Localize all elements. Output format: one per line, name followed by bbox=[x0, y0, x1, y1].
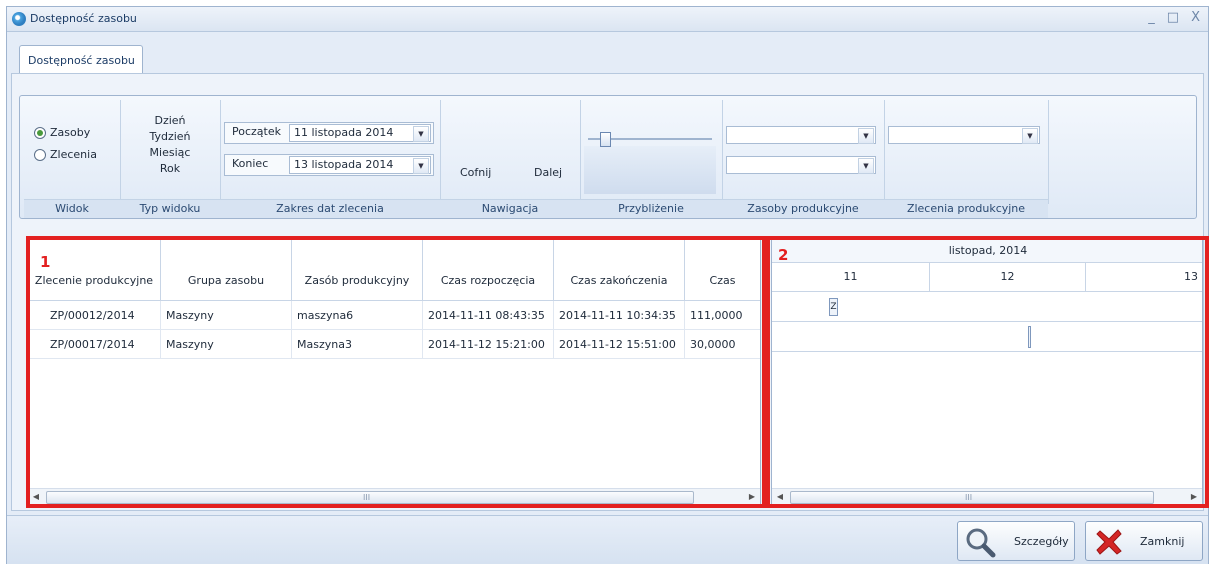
dropdown-arrow-icon[interactable]: ▼ bbox=[413, 126, 429, 142]
dropdown-arrow-icon[interactable]: ▼ bbox=[858, 158, 874, 174]
radio-zlecenia-label: Zlecenia bbox=[50, 148, 97, 161]
resource-combo-1[interactable]: ▼ bbox=[726, 126, 876, 144]
group-zakres-dat: Początek 11 listopada 2014 ▼ Koniec 13 l… bbox=[220, 100, 441, 218]
details-button-label: Szczegóły bbox=[1014, 535, 1069, 548]
close-button-label: Zamknij bbox=[1140, 535, 1185, 548]
group-label-przyblizenie: Przybliżenie bbox=[580, 199, 722, 218]
end-date-row: Koniec 13 listopada 2014 ▼ bbox=[224, 154, 434, 176]
order-combo[interactable]: ▼ bbox=[888, 126, 1040, 144]
next-button[interactable]: Dalej bbox=[534, 166, 562, 179]
details-button[interactable]: Szczegóły bbox=[957, 521, 1075, 561]
tab-dostepnosc-zasobu[interactable]: Dostępność zasobu bbox=[19, 45, 143, 73]
title-bar: Dostępność zasobu _ □ X bbox=[7, 7, 1208, 32]
group-widok: Zasoby Zlecenia Widok bbox=[24, 100, 121, 218]
group-label-zasoby: Zasoby produkcyjne bbox=[722, 199, 884, 218]
zoom-slider-thumb[interactable] bbox=[600, 132, 611, 147]
end-date-label: Koniec bbox=[232, 157, 269, 170]
resource-combo-2[interactable]: ▼ bbox=[726, 156, 876, 174]
view-type-year[interactable]: Rok bbox=[120, 162, 220, 175]
zoom-area bbox=[584, 146, 716, 194]
dropdown-arrow-icon[interactable]: ▼ bbox=[858, 128, 874, 144]
view-type-day[interactable]: Dzień bbox=[120, 114, 220, 127]
view-type-month[interactable]: Miesiąc bbox=[120, 146, 220, 159]
group-nawigacja: Cofnij Dalej Nawigacja bbox=[440, 100, 581, 218]
start-date-value: 11 listopada 2014 bbox=[294, 126, 394, 139]
close-x-icon bbox=[1096, 529, 1122, 555]
group-label-widok: Widok bbox=[24, 199, 120, 218]
maximize-button[interactable]: □ bbox=[1167, 10, 1179, 25]
ribbon: Zasoby Zlecenia Widok Dzień Tydzień Mies… bbox=[19, 95, 1197, 219]
group-zasoby-produkcyjne: ▼ ▼ Zasoby produkcyjne bbox=[722, 100, 885, 218]
window-controls: _ □ X bbox=[1148, 10, 1200, 25]
back-button[interactable]: Cofnij bbox=[460, 166, 491, 179]
radio-checked-icon bbox=[34, 126, 46, 139]
group-label-zlecenia: Zlecenia produkcyjne bbox=[884, 199, 1048, 218]
marker-2: 2 bbox=[778, 246, 789, 264]
group-label-zakres-dat: Zakres dat zlecenia bbox=[220, 199, 440, 218]
radio-zasoby[interactable]: Zasoby bbox=[34, 126, 90, 139]
end-date-picker[interactable]: 13 listopada 2014 ▼ bbox=[289, 156, 431, 174]
group-zlecenia-produkcyjne: ▼ Zlecenia produkcyjne bbox=[884, 100, 1049, 218]
radio-zlecenia[interactable]: Zlecenia bbox=[34, 148, 97, 161]
marker-1: 1 bbox=[40, 253, 51, 271]
close-button[interactable]: Zamknij bbox=[1085, 521, 1203, 561]
group-label-nawigacja: Nawigacja bbox=[440, 199, 580, 218]
magnifier-icon bbox=[966, 528, 996, 558]
minimize-button[interactable]: _ bbox=[1148, 10, 1155, 25]
dropdown-arrow-icon[interactable]: ▼ bbox=[1022, 128, 1038, 144]
app-icon bbox=[12, 12, 26, 26]
group-typ-widoku: Dzień Tydzień Miesiąc Rok Typ widoku bbox=[120, 100, 221, 218]
highlight-box-gantt bbox=[766, 236, 1209, 508]
group-przyblizenie: Przybliżenie bbox=[580, 100, 723, 218]
radio-zasoby-label: Zasoby bbox=[50, 126, 91, 139]
highlight-box-grid bbox=[26, 236, 766, 508]
start-date-label: Początek bbox=[232, 125, 281, 138]
window-title: Dostępność zasobu bbox=[30, 12, 137, 25]
start-date-row: Początek 11 listopada 2014 ▼ bbox=[224, 122, 434, 144]
end-date-value: 13 listopada 2014 bbox=[294, 158, 394, 171]
radio-unchecked-icon bbox=[34, 148, 46, 161]
group-label-typ-widoku: Typ widoku bbox=[120, 199, 220, 218]
dropdown-arrow-icon[interactable]: ▼ bbox=[413, 158, 429, 174]
start-date-picker[interactable]: 11 listopada 2014 ▼ bbox=[289, 124, 431, 142]
view-type-week[interactable]: Tydzień bbox=[120, 130, 220, 143]
close-window-button[interactable]: X bbox=[1191, 10, 1200, 25]
